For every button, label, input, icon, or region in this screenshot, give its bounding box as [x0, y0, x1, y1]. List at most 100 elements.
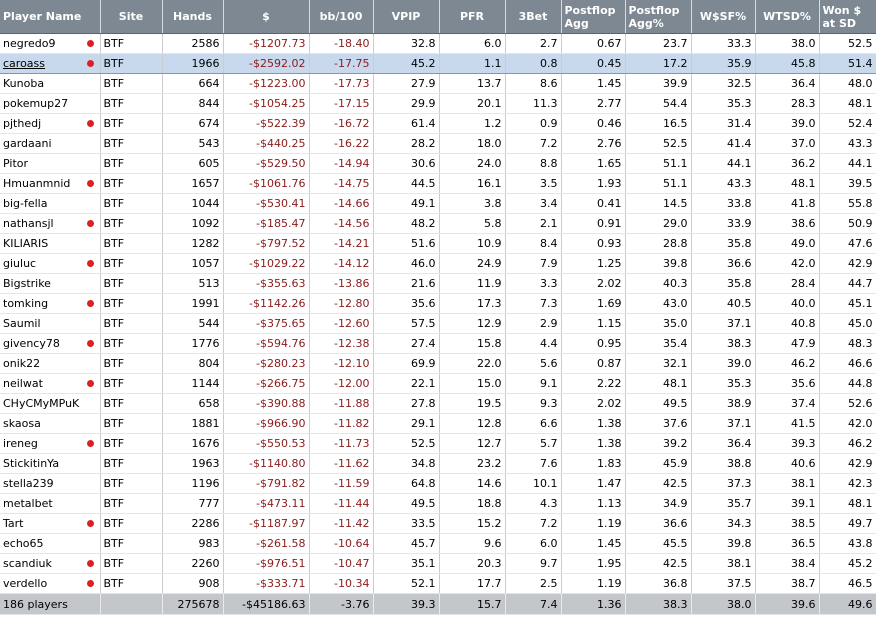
cell-won-at-sd: 44.7	[819, 273, 876, 294]
table-row[interactable]: gardaani BTF 543 -$440.25 -16.22 28.2 18.0 7.2 2…	[0, 133, 876, 154]
table-row[interactable]: negredo9 BTF 2586 -$1207.73 -18.40 32.8 6.0 2.7…	[0, 33, 876, 54]
cell-vpip: 29.9	[373, 93, 440, 114]
cell-vpip: 27.4	[373, 333, 440, 354]
table-row[interactable]: KILIARIS BTF 1282 -$797.52 -14.21 51.6 10.9 8.4…	[0, 233, 876, 254]
table-row[interactable]: echo65 BTF 983 -$261.58 -10.64 45.7 9.6 6.0 1.45…	[0, 533, 876, 554]
table-row[interactable]: caroass BTF 1966 -$2592.02 -17.75 45.2 1.1 0.8 0…	[0, 53, 876, 74]
cell-hands: 908	[162, 573, 224, 594]
table-row[interactable]: scandiuk BTF 2260 -$976.51 -10.47 35.1 20.3 9.7…	[0, 553, 876, 574]
table-row[interactable]: StickitinYa BTF 1963 -$1140.80 -11.62 34.8 23.…	[0, 453, 876, 474]
table-row[interactable]: skaosa BTF 1881 -$966.90 -11.82 29.1 12.8 6.6 1.…	[0, 413, 876, 434]
column-header-bb100[interactable]: bb/100	[309, 0, 374, 34]
cell-player-name[interactable]: gardaani	[0, 133, 101, 154]
cell-vpip: 64.8	[373, 473, 440, 494]
cell-player-name[interactable]: givency78	[0, 333, 101, 354]
cell-player-name[interactable]: verdello	[0, 573, 101, 594]
cell-dollars: -$261.58	[223, 533, 310, 554]
cell-player-name[interactable]: nathansjl	[0, 213, 101, 234]
cell-player-name[interactable]: StickitinYa	[0, 453, 101, 474]
table-row[interactable]: big-fella BTF 1044 -$530.41 -14.66 49.1 3.8 3.4…	[0, 193, 876, 214]
cell-postflop-agg-pct: 36.6	[625, 513, 692, 534]
cell-player-name[interactable]: KILIARIS	[0, 233, 101, 254]
cell-wtsd: 49.0	[755, 233, 820, 254]
table-row[interactable]: givency78 BTF 1776 -$594.76 -12.38 27.4 15.8 4.…	[0, 333, 876, 354]
cell-player-name[interactable]: Hmuanmnid	[0, 173, 101, 194]
table-row[interactable]: ireneg BTF 1676 -$550.53 -11.73 52.5 12.7 5.7 1.…	[0, 433, 876, 454]
table-row[interactable]: giuluc BTF 1057 -$1029.22 -14.12 46.0 24.9 7.9 1…	[0, 253, 876, 274]
column-header-postflop-agg-pct[interactable]: Postflop Agg%	[625, 0, 692, 34]
table-row[interactable]: tomking BTF 1991 -$1142.26 -12.80 35.6 17.3 7.3…	[0, 293, 876, 314]
cell-player-name[interactable]: stella239	[0, 473, 101, 494]
red-dot-icon	[86, 260, 94, 267]
table-row[interactable]: nathansjl BTF 1092 -$185.47 -14.56 48.2 5.8 2.1…	[0, 213, 876, 234]
table-row[interactable]: Kunoba BTF 664 -$1223.00 -17.73 27.9 13.7 8.6 1.…	[0, 73, 876, 94]
column-header-player-name[interactable]: Player Name	[0, 0, 101, 34]
cell-postflop-agg: 2.22	[561, 373, 626, 394]
cell-player-name[interactable]: Kunoba	[0, 73, 101, 94]
cell-vpip: 27.8	[373, 393, 440, 414]
cell-pfr: 22.0	[439, 353, 506, 374]
table-row[interactable]: onik22 BTF 804 -$280.23 -12.10 69.9 22.0 5.6 0.8…	[0, 353, 876, 374]
table-row[interactable]: CHyCMyMPuK BTF 658 -$390.88 -11.88 27.8 19.5 9.…	[0, 393, 876, 414]
cell-wtsd: 40.0	[755, 293, 820, 314]
cell-player-name[interactable]: metalbet	[0, 493, 101, 514]
totals-dollars: -$45186.63	[223, 593, 310, 615]
cell-wsf: 35.3	[691, 93, 756, 114]
column-header-pfr[interactable]: PFR	[439, 0, 506, 34]
cell-hands: 1657	[162, 173, 224, 194]
column-header-wtsd[interactable]: WTSD%	[755, 0, 820, 34]
cell-won-at-sd: 45.0	[819, 313, 876, 334]
cell-player-name[interactable]: Tart	[0, 513, 101, 534]
cell-bb100: -12.38	[309, 333, 374, 354]
table-row[interactable]: verdello BTF 908 -$333.71 -10.34 52.1 17.7 2.5 1…	[0, 573, 876, 594]
cell-bb100: -12.00	[309, 373, 374, 394]
cell-player-name[interactable]: Saumil	[0, 313, 101, 334]
column-header-hands[interactable]: Hands	[162, 0, 224, 34]
cell-site: BTF	[100, 533, 163, 554]
cell-player-name[interactable]: skaosa	[0, 413, 101, 434]
table-row[interactable]: Tart BTF 2286 -$1187.97 -11.42 33.5 15.2 7.2 1.1…	[0, 513, 876, 534]
cell-3bet: 7.6	[505, 453, 562, 474]
table-row[interactable]: Saumil BTF 544 -$375.65 -12.60 57.5 12.9 2.9 1.1…	[0, 313, 876, 334]
column-header-dollars[interactable]: $	[223, 0, 310, 34]
cell-player-name[interactable]: tomking	[0, 293, 101, 314]
cell-player-name[interactable]: echo65	[0, 533, 101, 554]
cell-3bet: 10.1	[505, 473, 562, 494]
table-row[interactable]: pjthedj BTF 674 -$522.39 -16.72 61.4 1.2 0.9 0.4…	[0, 113, 876, 134]
cell-player-name[interactable]: scandiuk	[0, 553, 101, 574]
cell-player-name[interactable]: CHyCMyMPuK	[0, 393, 101, 414]
column-header-postflop-agg[interactable]: Postflop Agg	[561, 0, 626, 34]
column-header-site[interactable]: Site	[100, 0, 163, 34]
cell-player-name[interactable]: pjthedj	[0, 113, 101, 134]
cell-wtsd: 41.8	[755, 193, 820, 214]
column-header-3bet[interactable]: 3Bet	[505, 0, 562, 34]
table-row[interactable]: stella239 BTF 1196 -$791.82 -11.59 64.8 14.6 10…	[0, 473, 876, 494]
cell-player-name[interactable]: giuluc	[0, 253, 101, 274]
cell-3bet: 2.1	[505, 213, 562, 234]
cell-player-name[interactable]: neilwat	[0, 373, 101, 394]
red-dot-icon	[86, 220, 94, 227]
table-row[interactable]: Pitor BTF 605 -$529.50 -14.94 30.6 24.0 8.8 1.65…	[0, 153, 876, 174]
table-row[interactable]: Hmuanmnid BTF 1657 -$1061.76 -14.75 44.5 16.1 3…	[0, 173, 876, 194]
red-dot-icon	[86, 380, 94, 387]
cell-postflop-agg-pct: 51.1	[625, 173, 692, 194]
cell-postflop-agg-pct: 42.5	[625, 473, 692, 494]
cell-hands: 1282	[162, 233, 224, 254]
column-header-won-at-sd[interactable]: Won $ at SD	[819, 0, 876, 34]
cell-player-name[interactable]: big-fella	[0, 193, 101, 214]
cell-player-name[interactable]: ireneg	[0, 433, 101, 454]
cell-player-name[interactable]: Bigstrike	[0, 273, 101, 294]
cell-player-name[interactable]: pokemup27	[0, 93, 101, 114]
cell-postflop-agg: 0.67	[561, 33, 626, 54]
cell-player-name[interactable]: Pitor	[0, 153, 101, 174]
table-row[interactable]: Bigstrike BTF 513 -$355.63 -13.86 21.6 11.9 3.3…	[0, 273, 876, 294]
column-header-wsf[interactable]: W$SF%	[691, 0, 756, 34]
table-row[interactable]: metalbet BTF 777 -$473.11 -11.44 49.5 18.8 4.3 1…	[0, 493, 876, 514]
cell-hands: 1044	[162, 193, 224, 214]
cell-player-name[interactable]: caroass	[0, 53, 101, 74]
table-row[interactable]: pokemup27 BTF 844 -$1054.25 -17.15 29.9 20.1 11…	[0, 93, 876, 114]
column-header-vpip[interactable]: VPIP	[373, 0, 440, 34]
cell-player-name[interactable]: negredo9	[0, 33, 101, 54]
cell-player-name[interactable]: onik22	[0, 353, 101, 374]
table-row[interactable]: neilwat BTF 1144 -$266.75 -12.00 22.1 15.0 9.1 2…	[0, 373, 876, 394]
